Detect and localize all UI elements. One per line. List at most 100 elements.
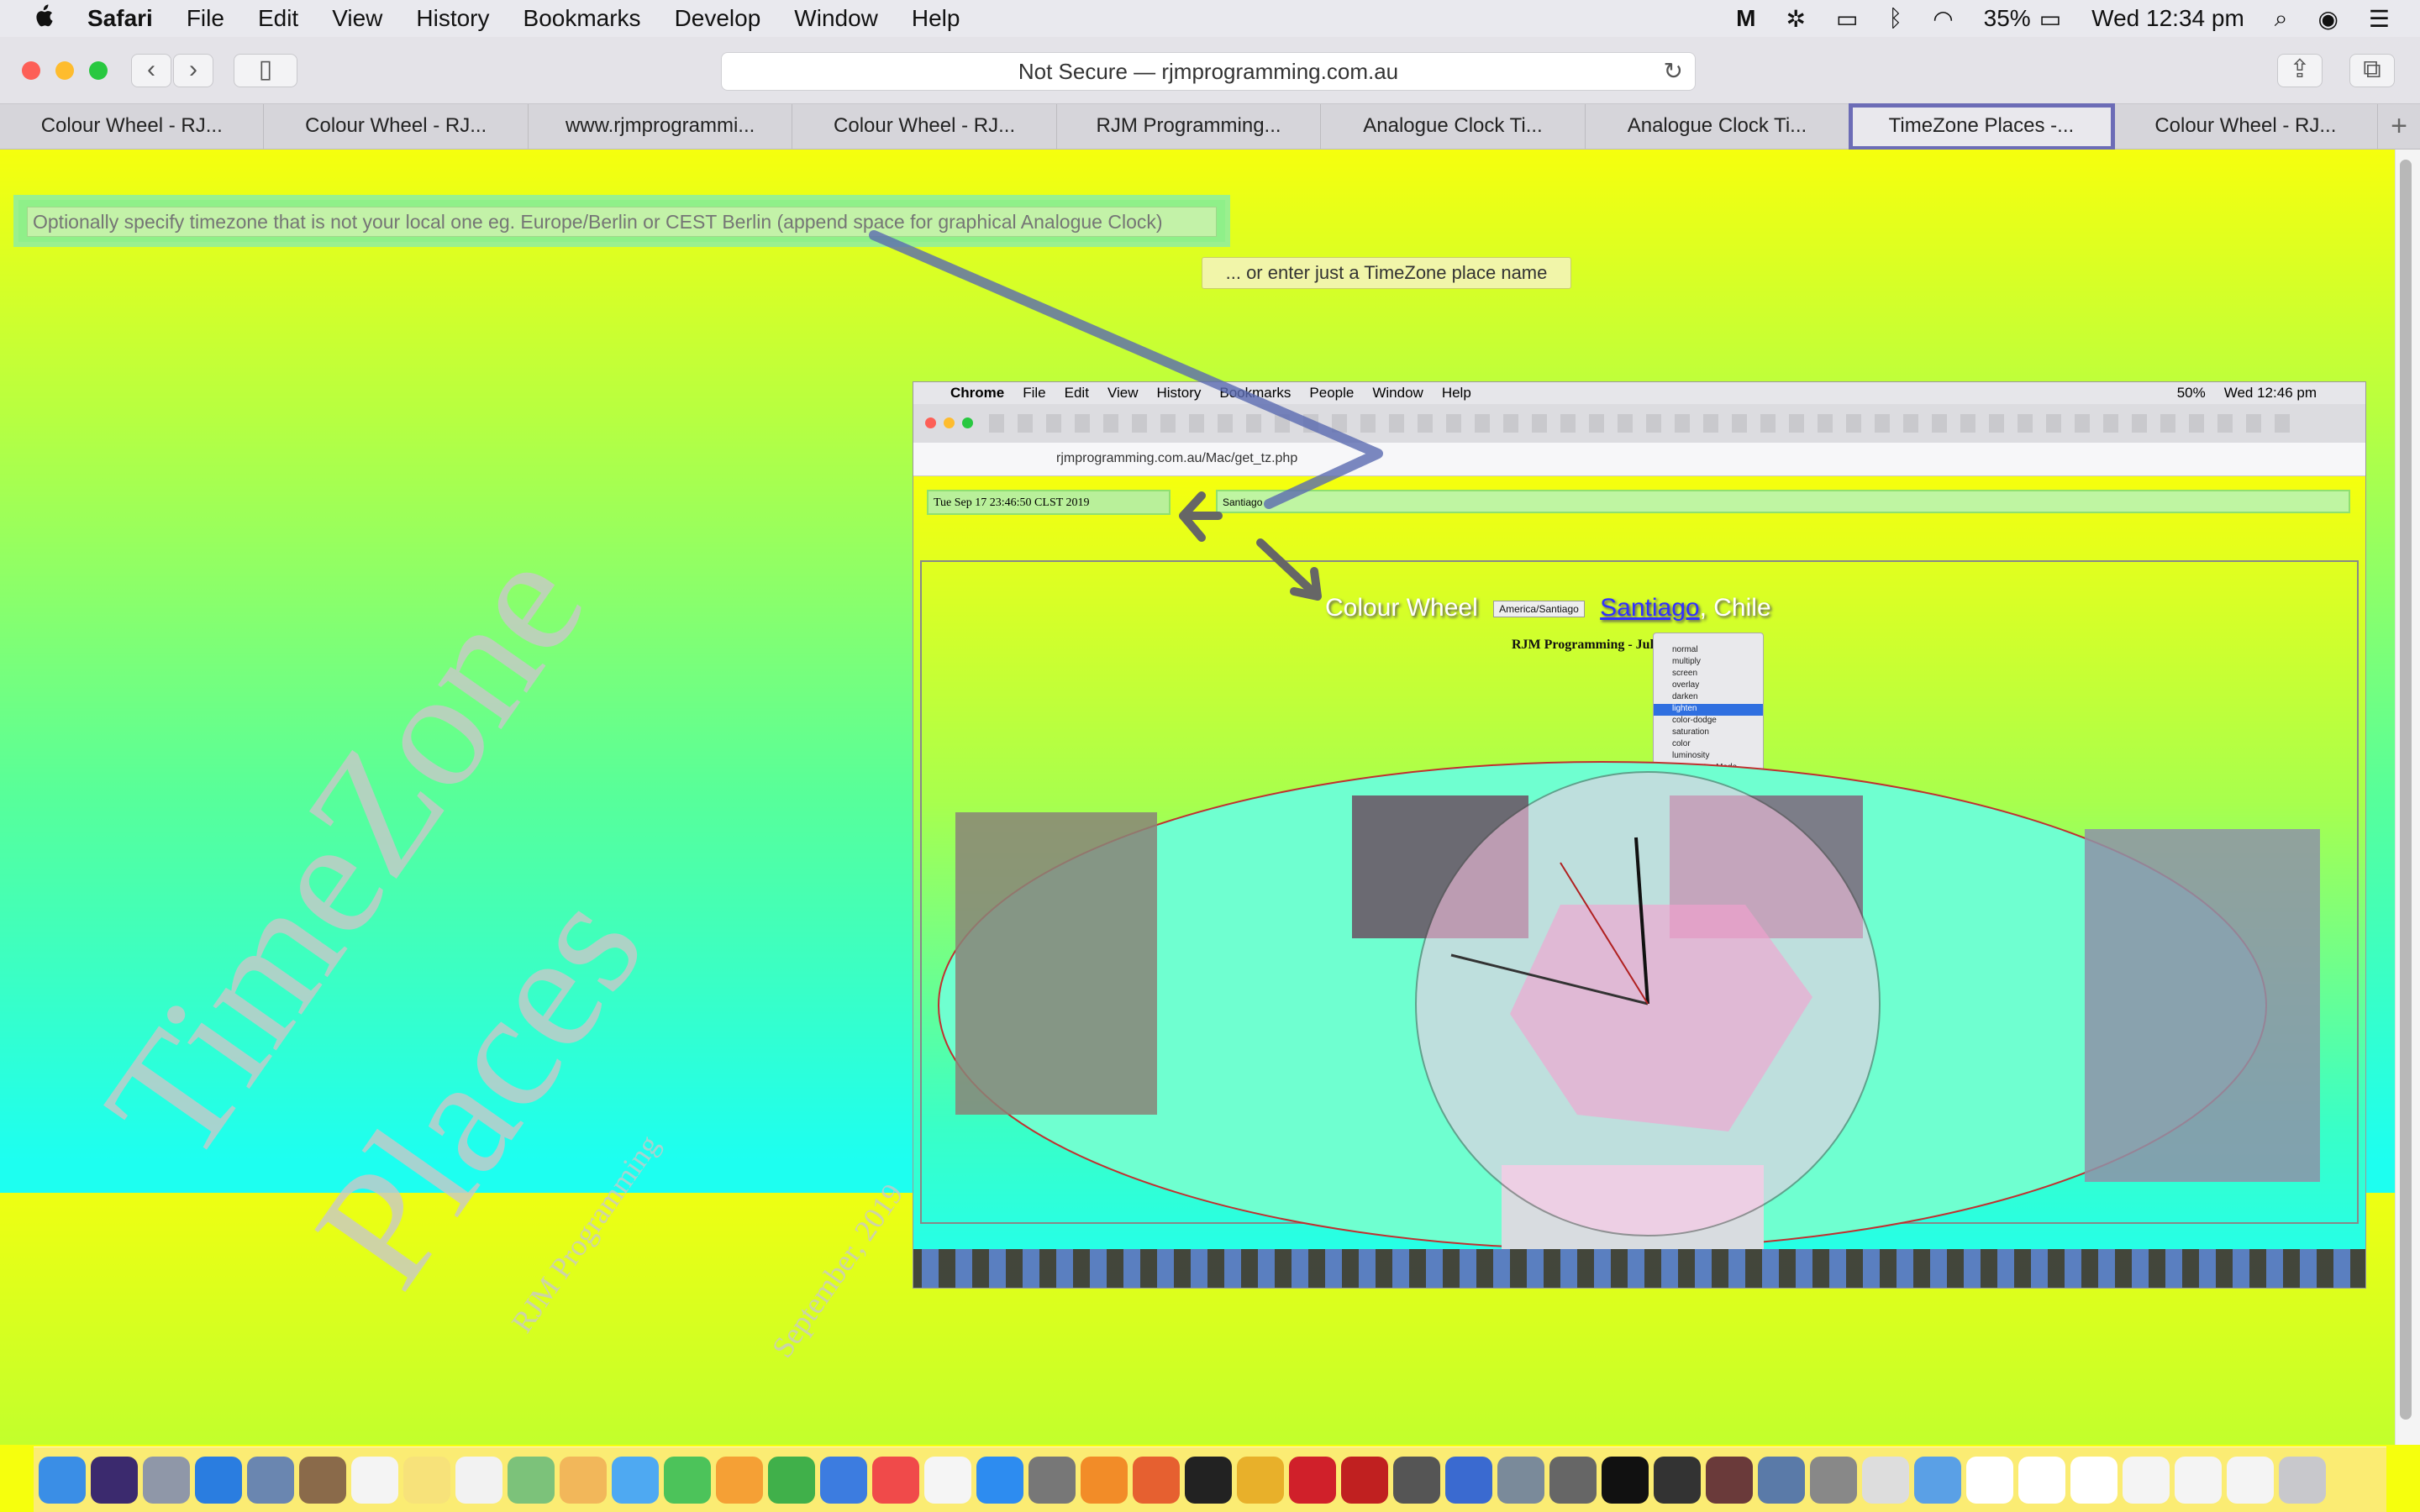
folder-icon[interactable] <box>1914 1456 1961 1504</box>
menu-edit[interactable]: Edit <box>258 5 298 32</box>
messages-icon[interactable] <box>612 1456 659 1504</box>
safari-dock-icon[interactable] <box>195 1456 242 1504</box>
notes-icon[interactable] <box>403 1456 450 1504</box>
wifi-icon[interactable]: ◠ <box>1933 5 1953 33</box>
menubar-clock[interactable]: Wed 12:34 pm <box>2091 5 2244 32</box>
app-icon[interactable] <box>1654 1456 1701 1504</box>
menu-window[interactable]: Window <box>794 5 878 32</box>
browser-toolbar: ‹ › ▯ Not Secure — rjmprogramming.com.au… <box>0 37 2420 104</box>
opera-icon[interactable] <box>1289 1456 1336 1504</box>
photos-icon[interactable] <box>560 1456 607 1504</box>
app-store-icon[interactable] <box>976 1456 1023 1504</box>
siri-icon[interactable]: ◉ <box>2317 5 2338 33</box>
window-thumbnail-icon[interactable] <box>2070 1456 2118 1504</box>
embedded-tab-icons <box>989 414 2300 433</box>
embedded-clock: Wed 12:46 pm <box>2223 385 2317 401</box>
menu-help[interactable]: Help <box>912 5 960 32</box>
sidebar-toggle-button[interactable]: ▯ <box>234 54 297 87</box>
trash-icon[interactable] <box>2279 1456 2326 1504</box>
bluetooth-icon[interactable]: ᛒ <box>1888 5 1902 32</box>
tab-colour-wheel-2[interactable]: Colour Wheel - RJ... <box>264 104 529 150</box>
address-bar[interactable]: Not Secure — rjmprogramming.com.au ↻ <box>721 52 1696 91</box>
menu-bookmarks[interactable]: Bookmarks <box>523 5 641 32</box>
notification-center-icon[interactable]: ☰ <box>2369 5 2390 33</box>
new-tab-button[interactable]: + <box>2378 104 2420 149</box>
maps-icon[interactable] <box>508 1456 555 1504</box>
embedded-menu-people: People <box>1309 385 1355 401</box>
calendar-icon[interactable] <box>351 1456 398 1504</box>
window-thumbnail-icon[interactable] <box>2018 1456 2065 1504</box>
terminal-icon[interactable] <box>1602 1456 1649 1504</box>
gear-status-icon[interactable]: ✲ <box>1786 5 1805 33</box>
embedded-app-chrome: Chrome <box>950 385 1005 401</box>
numbers-icon[interactable] <box>768 1456 815 1504</box>
forward-button[interactable]: › <box>173 54 213 87</box>
apple-icon[interactable] <box>32 3 54 34</box>
chrome-icon[interactable] <box>1237 1456 1284 1504</box>
facetime-icon[interactable] <box>664 1456 711 1504</box>
embedded-heading-city: Santiago <box>1600 594 1700 622</box>
app-icon[interactable] <box>1810 1456 1857 1504</box>
keynote-icon[interactable] <box>820 1456 867 1504</box>
menu-develop[interactable]: Develop <box>675 5 761 32</box>
spotlight-search-icon[interactable]: ⌕ <box>2275 5 2288 33</box>
embedded-url: rjmprogramming.com.au/Mac/get_tz.php <box>1056 451 1298 465</box>
share-button[interactable]: ⇪ <box>2277 54 2323 87</box>
embedded-close-light <box>925 417 936 428</box>
embedded-menu-help: Help <box>1441 385 1471 401</box>
tab-rjm-programming[interactable]: RJM Programming... <box>1057 104 1322 150</box>
battery-icon[interactable]: ▭ <box>2039 5 2061 33</box>
firefox-icon[interactable] <box>1133 1456 1180 1504</box>
window-thumbnail-icon[interactable] <box>1966 1456 2013 1504</box>
embedded-subheading: RJM Programming - Jul <box>1512 638 1655 652</box>
window-minimize-button[interactable] <box>55 61 74 80</box>
app-menu-safari[interactable]: Safari <box>87 5 153 32</box>
finder-icon[interactable] <box>39 1456 86 1504</box>
window-zoom-button[interactable] <box>89 61 108 80</box>
document-icon[interactable] <box>2123 1456 2170 1504</box>
siri-dock-icon[interactable] <box>91 1456 138 1504</box>
app-icon[interactable] <box>1706 1456 1753 1504</box>
elephant-icon[interactable] <box>1393 1456 1440 1504</box>
xquartz-icon[interactable] <box>1862 1456 1909 1504</box>
system-preferences-icon[interactable] <box>1028 1456 1076 1504</box>
reload-icon[interactable]: ↻ <box>1664 53 1683 90</box>
music-icon[interactable] <box>924 1456 971 1504</box>
tab-rjmprogramming[interactable]: www.rjmprogrammi... <box>529 104 793 150</box>
document-icon[interactable] <box>2227 1456 2274 1504</box>
page-scrollbar-thumb[interactable] <box>2400 160 2412 1420</box>
embedded-place-text: Santiago <box>1223 496 1263 508</box>
menu-view[interactable]: View <box>332 5 382 32</box>
timezone-place-name-button[interactable]: ... or enter just a TimeZone place name <box>1202 257 1571 289</box>
document-icon[interactable] <box>2175 1456 2222 1504</box>
airplay-icon[interactable]: ▭ <box>1836 5 1858 33</box>
preview-icon[interactable] <box>247 1456 294 1504</box>
back-button[interactable]: ‹ <box>131 54 171 87</box>
tab-overview-button[interactable]: ⧉ <box>2349 54 2395 87</box>
news-icon[interactable] <box>872 1456 919 1504</box>
notebook-icon[interactable] <box>299 1456 346 1504</box>
tab-analogue-clock-2[interactable]: Analogue Clock Ti... <box>1586 104 1850 150</box>
launchpad-icon[interactable] <box>143 1456 190 1504</box>
tab-analogue-clock-1[interactable]: Analogue Clock Ti... <box>1321 104 1586 150</box>
filezilla-icon[interactable] <box>1341 1456 1388 1504</box>
tab-colour-wheel-4[interactable]: Colour Wheel - RJ... <box>2114 104 2379 150</box>
tab-timezone-places[interactable]: TimeZone Places -... <box>1849 103 2115 150</box>
app-icon[interactable] <box>1497 1456 1544 1504</box>
menu-file[interactable]: File <box>187 5 224 32</box>
app-icon[interactable] <box>1081 1456 1128 1504</box>
reminders-icon[interactable] <box>455 1456 502 1504</box>
battery-percent[interactable]: 35% <box>1984 5 2031 32</box>
embedded-menu-window: Window <box>1372 385 1423 401</box>
malwarebytes-icon[interactable]: M <box>1736 5 1755 32</box>
tab-colour-wheel-3[interactable]: Colour Wheel - RJ... <box>792 104 1057 150</box>
timezone-input[interactable] <box>27 207 1217 237</box>
tab-colour-wheel-1[interactable]: Colour Wheel - RJ... <box>0 104 265 150</box>
pages-icon[interactable] <box>716 1456 763 1504</box>
app-icon[interactable] <box>1445 1456 1492 1504</box>
window-close-button[interactable] <box>22 61 40 80</box>
app-icon[interactable] <box>1758 1456 1805 1504</box>
app-icon[interactable] <box>1549 1456 1597 1504</box>
menu-history[interactable]: History <box>416 5 489 32</box>
phpstorm-icon[interactable] <box>1185 1456 1232 1504</box>
